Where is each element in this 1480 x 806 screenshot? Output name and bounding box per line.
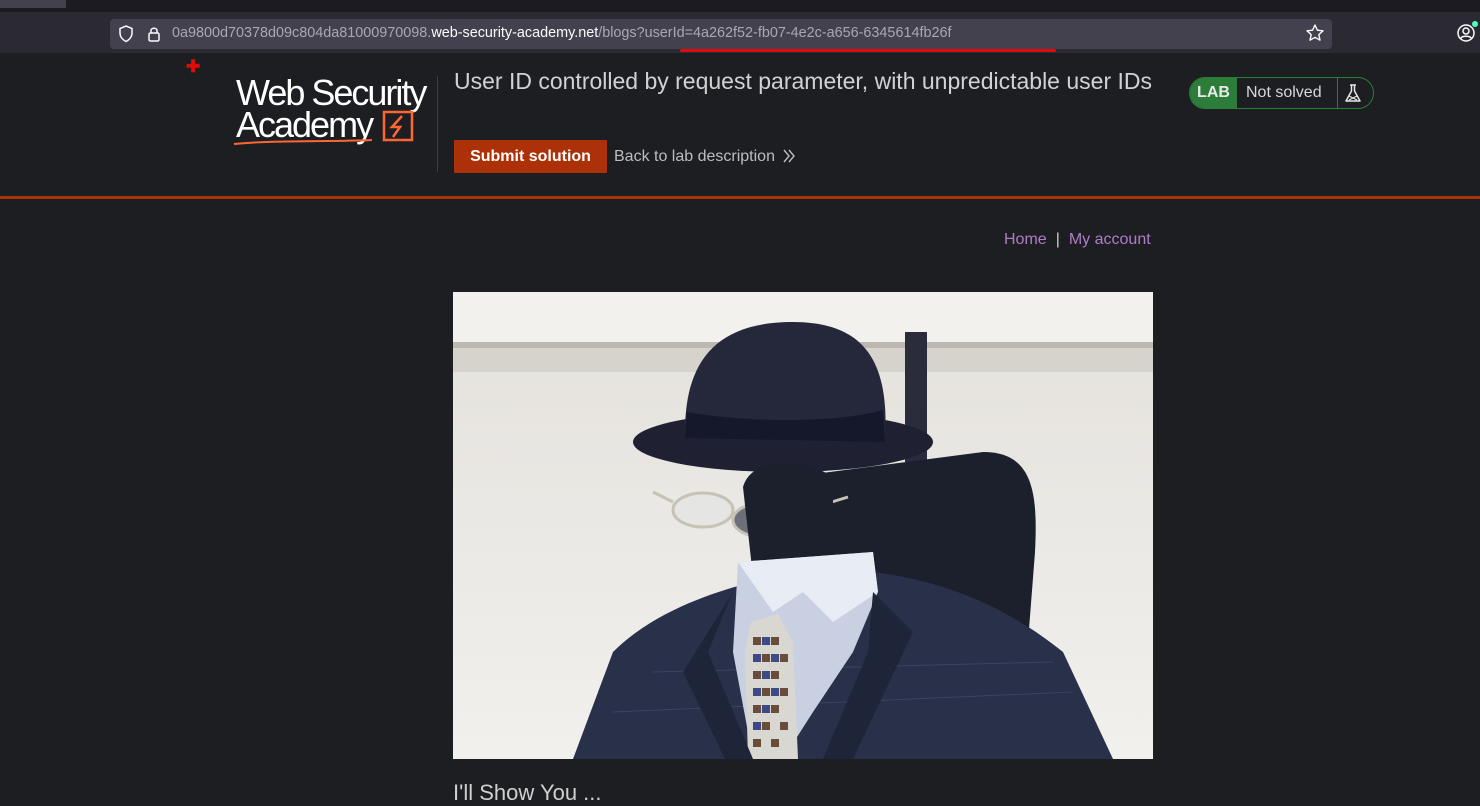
nav-separator: | bbox=[1055, 231, 1060, 248]
url-text[interactable]: 0a9800d70378d09c804da81000970098.web-sec… bbox=[172, 25, 951, 41]
header-divider bbox=[437, 76, 438, 172]
browser-toolbar: 0a9800d70378d09c804da81000970098.web-sec… bbox=[0, 0, 1480, 53]
url-highlight-underline bbox=[680, 49, 1056, 52]
post-image bbox=[453, 292, 1153, 759]
bookmark-star-icon[interactable] bbox=[1305, 23, 1325, 43]
flask-icon bbox=[1345, 84, 1361, 102]
nav-home-link[interactable]: Home bbox=[1004, 231, 1047, 248]
invisible-man-photo bbox=[453, 292, 1153, 759]
lock-icon[interactable] bbox=[146, 25, 162, 43]
nav-my-account-link[interactable]: My account bbox=[1069, 231, 1151, 248]
site-nav: Home | My account bbox=[1004, 231, 1151, 249]
tab-strip bbox=[0, 0, 1480, 12]
plus-icon: ✚ bbox=[186, 57, 201, 76]
badge-separator bbox=[1337, 78, 1338, 108]
logo-line2: Academy bbox=[236, 104, 374, 145]
url-path: /blogs?userId=4a262f52-fb07-4e2c-a656-63… bbox=[598, 25, 952, 41]
double-chevron-right-icon[interactable] bbox=[782, 146, 796, 166]
url-host-domain: web-security-academy.net bbox=[431, 25, 599, 41]
lab-tag: LAB bbox=[1190, 78, 1237, 108]
lab-status-text: Not solved bbox=[1246, 84, 1322, 101]
web-security-academy-logo[interactable]: Web Security Academy bbox=[232, 74, 436, 148]
lab-title: User ID controlled by request parameter,… bbox=[454, 68, 1152, 94]
post-title[interactable]: I'll Show You ... bbox=[453, 780, 602, 806]
lab-status-badge: LAB Not solved bbox=[1189, 77, 1374, 109]
shield-icon[interactable] bbox=[118, 25, 134, 43]
url-host-prefix: 0a9800d70378d09c804da81000970098. bbox=[172, 25, 432, 41]
notification-dot bbox=[1472, 21, 1478, 27]
browser-tab[interactable] bbox=[0, 0, 66, 8]
back-to-lab-description-link[interactable]: Back to lab description bbox=[614, 148, 775, 166]
submit-solution-button[interactable]: Submit solution bbox=[454, 140, 607, 173]
